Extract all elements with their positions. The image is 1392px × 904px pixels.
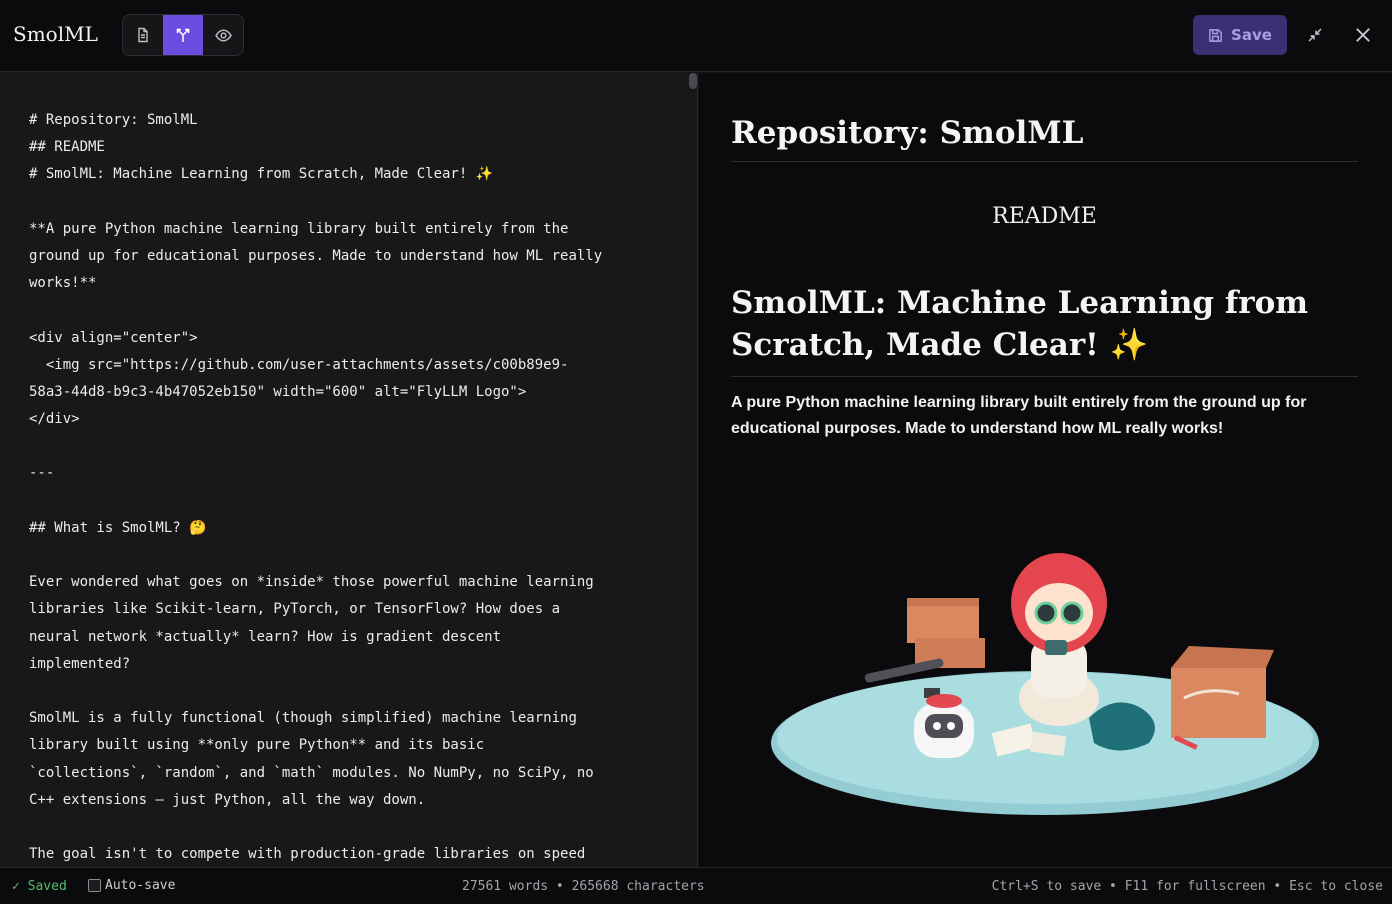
split-mode-button[interactable] [163, 15, 203, 55]
top-bar: SmolML Save [0, 0, 1392, 72]
markdown-preview: Repository: SmolML README SmolML: Machin… [699, 73, 1392, 867]
editor-line[interactable]: # SmolML: Machine Learning from Scratch,… [29, 161, 602, 188]
editor-line[interactable] [29, 678, 602, 705]
editor-line[interactable]: neural network *actually* learn? How is … [29, 624, 602, 651]
edit-mode-button[interactable] [123, 15, 163, 55]
editor-line[interactable] [29, 488, 602, 515]
preview-paragraph: A pure Python machine learning library b… [731, 394, 1307, 437]
editor-line[interactable]: ground up for educational purposes. Made… [29, 243, 602, 270]
editor-line[interactable]: 58a3-44d8-b9c3-4b47052eb150" width="600"… [29, 379, 602, 406]
editor-line[interactable]: ## README [29, 134, 602, 161]
editor-line[interactable]: Ever wondered what goes on *inside* thos… [29, 569, 602, 596]
editor-line[interactable] [29, 542, 602, 569]
keyboard-hints: Ctrl+S to save • F11 for fullscreen • Es… [991, 879, 1383, 894]
editor-line[interactable] [29, 189, 602, 216]
save-icon [1209, 28, 1222, 42]
editor-line[interactable]: C++ extensions – just Python, all the wa… [29, 787, 602, 814]
editor-line[interactable]: --- [29, 460, 602, 487]
editor-line[interactable]: ## What is SmolML? 🤔 [29, 515, 602, 542]
editor-line[interactable] [29, 814, 602, 841]
editor-line[interactable]: </div> [29, 406, 602, 433]
close-icon [1356, 28, 1370, 42]
saved-status: ✓ Saved [12, 879, 67, 894]
preview-heading-2: SmolML: Machine Learning from Scratch, M… [731, 282, 1358, 377]
view-mode-switcher [122, 14, 244, 56]
editor-line[interactable]: **A pure Python machine learning library… [29, 216, 602, 243]
save-button-label: Save [1231, 26, 1272, 44]
editor-line[interactable]: works!** [29, 270, 602, 297]
app-title: SmolML [13, 22, 98, 46]
markdown-editor[interactable]: # Repository: SmolML ## README # SmolML: M… [0, 73, 688, 867]
preview-mode-button[interactable] [203, 15, 243, 55]
editor-line[interactable]: library built using **only pure Python**… [29, 732, 602, 759]
close-button[interactable] [1350, 22, 1376, 48]
split-view-icon [176, 28, 190, 42]
autosave-toggle[interactable]: Auto-save [88, 878, 175, 893]
logo-illustration [771, 553, 1319, 815]
editor-line[interactable]: <div align="center"> [29, 325, 602, 352]
preview-centered-text: README [992, 204, 1097, 229]
editor-line[interactable]: libraries like Scikit-learn, PyTorch, or… [29, 596, 602, 623]
preview-heading-1: Repository: SmolML [731, 115, 1358, 162]
editor-line[interactable]: implemented? [29, 651, 602, 678]
editor-line[interactable]: `collections`, `random`, and `math` modu… [29, 760, 602, 787]
editor-line[interactable] [29, 297, 602, 324]
status-bar: ✓ Saved Auto-save 27561 words • 265668 c… [0, 867, 1392, 904]
autosave-checkbox[interactable] [88, 879, 101, 892]
editor-line[interactable]: The goal isn't to compete with productio… [29, 841, 602, 867]
editor-scrollbar[interactable] [688, 73, 698, 867]
editor-line[interactable]: <img src="https://github.com/user-attach… [29, 352, 602, 379]
scrollbar-thumb[interactable] [689, 73, 697, 89]
editor-text[interactable]: # Repository: SmolML ## README # SmolML: M… [29, 107, 602, 867]
minimize-icon [1308, 28, 1322, 42]
document-icon [138, 27, 148, 43]
exit-fullscreen-button[interactable] [1302, 22, 1328, 48]
editor-line[interactable]: SmolML is a fully functional (though sim… [29, 705, 602, 732]
word-character-count: 27561 words • 265668 characters [462, 879, 705, 894]
autosave-label: Auto-save [105, 878, 176, 893]
save-button[interactable]: Save [1193, 15, 1287, 55]
editor-line[interactable] [29, 433, 602, 460]
editor-line[interactable]: # Repository: SmolML [29, 107, 602, 134]
eye-icon [214, 28, 232, 42]
